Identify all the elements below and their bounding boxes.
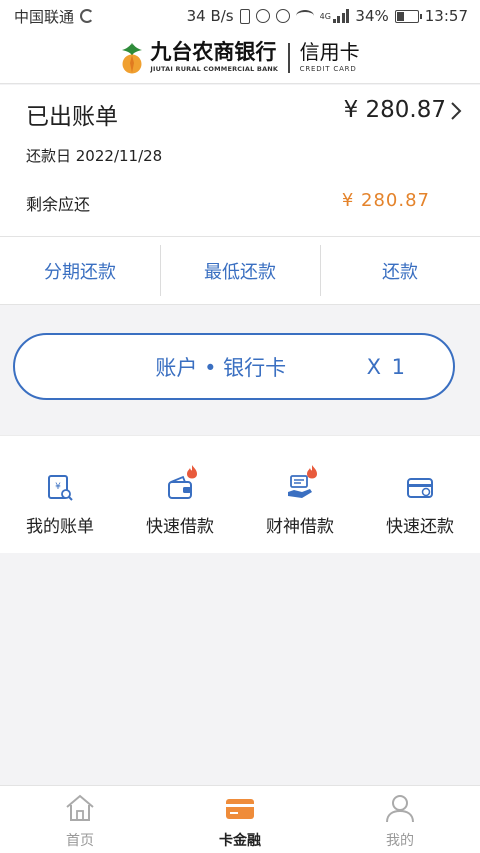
alarm-icon [255, 9, 270, 23]
nav-label: 首页 [66, 833, 94, 849]
nav-card-finance[interactable]: 卡金融 [160, 786, 320, 853]
feature-label: 财神借款 [266, 517, 334, 537]
remaining-label: 剩余应还 [26, 195, 91, 214]
feature-quick-repay[interactable]: 快速还款 [360, 436, 480, 553]
bank-logo: 九台农商银行 JIUTAI RURAL COMMERCIAL BANK [120, 41, 278, 75]
battery-percent: 34% [355, 7, 389, 25]
product-title: 信用卡 CREDIT CARD [300, 42, 360, 73]
user-icon [386, 795, 414, 823]
loading-icon [80, 9, 95, 23]
account-label: 账户 • 银行卡 [155, 355, 287, 380]
bill-amount: ¥ 280.87 [343, 97, 446, 123]
card-count: X 1 [366, 354, 407, 379]
chevron-right-icon[interactable] [450, 101, 462, 121]
card-finance-icon [226, 799, 254, 819]
hot-flame-icon [187, 465, 197, 479]
hot-flame-icon [307, 465, 317, 479]
battery-icon [394, 9, 422, 23]
nav-home[interactable]: 首页 [0, 786, 160, 853]
bank-name-en: JIUTAI RURAL COMMERCIAL BANK [150, 65, 279, 74]
bottom-nav: 首页 卡金融 我的 [0, 785, 480, 853]
wifi-icon [295, 10, 314, 22]
eye-icon [275, 9, 290, 23]
feature-label: 快速还款 [386, 517, 454, 537]
brand-divider [288, 42, 290, 73]
card-icon [407, 478, 433, 498]
repayment-actions: 分期还款 最低还款 还款 [0, 237, 480, 305]
repay-button[interactable]: 还款 [320, 237, 480, 304]
feature-label: 我的账单 [26, 517, 94, 537]
product-name-en: CREDIT CARD [299, 65, 357, 73]
bill-title: 已出账单 [26, 104, 118, 130]
net-speed: 34 B/s [186, 7, 234, 25]
carrier-label: 中国联通 [14, 7, 75, 26]
nav-mine[interactable]: 我的 [320, 786, 480, 853]
svg-text:¥: ¥ [55, 482, 61, 492]
feature-label: 快速借款 [146, 517, 214, 537]
minimum-repay-button[interactable]: 最低还款 [160, 237, 320, 304]
product-name-cn: 信用卡 [299, 40, 360, 64]
remaining-amount: ¥ 280.87 [341, 190, 430, 211]
nav-label: 卡金融 [219, 833, 261, 849]
bank-name-cn: 九台农商银行 [150, 40, 277, 65]
nav-label: 我的 [386, 833, 414, 849]
network-type: 4G [319, 11, 331, 21]
home-icon [66, 794, 94, 821]
brand-header: 九台农商银行 JIUTAI RURAL COMMERCIAL BANK 信用卡 … [0, 32, 480, 84]
vibrate-icon [239, 8, 250, 24]
status-bar: 中国联通 34 B/s 4G 34% 13:57 [0, 0, 480, 32]
feature-fortune-loan[interactable]: 财神借款 [240, 436, 360, 553]
bill-icon: ¥ [48, 475, 73, 501]
signal-icon [332, 9, 350, 23]
feature-grid: ¥ 我的账单 快速借款 财神借款 快速还款 [0, 435, 480, 553]
feature-my-bill[interactable]: ¥ 我的账单 [0, 436, 120, 553]
clock: 13:57 [424, 7, 468, 25]
bank-logo-icon [122, 42, 143, 73]
installment-repay-button[interactable]: 分期还款 [0, 237, 160, 304]
bill-summary[interactable]: 已出账单 ¥ 280.87 还款日 2022/11/28 剩余应还 ¥ 280.… [0, 85, 480, 237]
feature-quick-loan[interactable]: 快速借款 [120, 436, 240, 553]
due-date: 还款日 2022/11/28 [26, 147, 163, 165]
account-bank-card-button[interactable]: 账户 • 银行卡 X 1 [13, 333, 455, 400]
